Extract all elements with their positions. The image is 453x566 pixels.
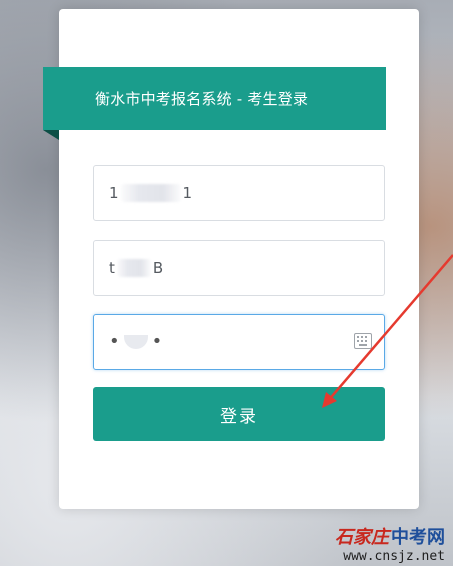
id-number-field[interactable]: 1 1: [93, 165, 385, 221]
redacted-mask: [123, 335, 148, 349]
watermark-site: 中考网: [391, 527, 445, 548]
watermark-title: 石家庄 中考网: [335, 523, 445, 549]
login-button[interactable]: 登录: [93, 387, 385, 441]
keyboard-icon[interactable]: [354, 333, 372, 349]
ribbon-fold: [43, 130, 59, 140]
password-field[interactable]: • •: [93, 314, 385, 370]
id-number-prefix: 1: [109, 184, 119, 202]
name-field[interactable]: t B: [93, 240, 385, 296]
password-dot: •: [109, 331, 120, 352]
watermark: 石家庄 中考网 www.cnsjz.net: [335, 523, 445, 564]
name-suffix: B: [152, 259, 164, 277]
redacted-mask: [120, 184, 181, 202]
login-header-banner: 衡水市中考报名系统 - 考生登录: [43, 67, 386, 130]
id-number-suffix: 1: [182, 184, 193, 202]
login-button-label: 登录: [220, 406, 258, 427]
page-title: 衡水市中考报名系统 - 考生登录: [95, 90, 309, 108]
name-prefix: t: [109, 259, 115, 277]
watermark-url: www.cnsjz.net: [343, 549, 445, 564]
password-dot: •: [151, 331, 163, 352]
redacted-mask: [116, 259, 151, 277]
watermark-brand: 石家庄: [335, 527, 389, 548]
